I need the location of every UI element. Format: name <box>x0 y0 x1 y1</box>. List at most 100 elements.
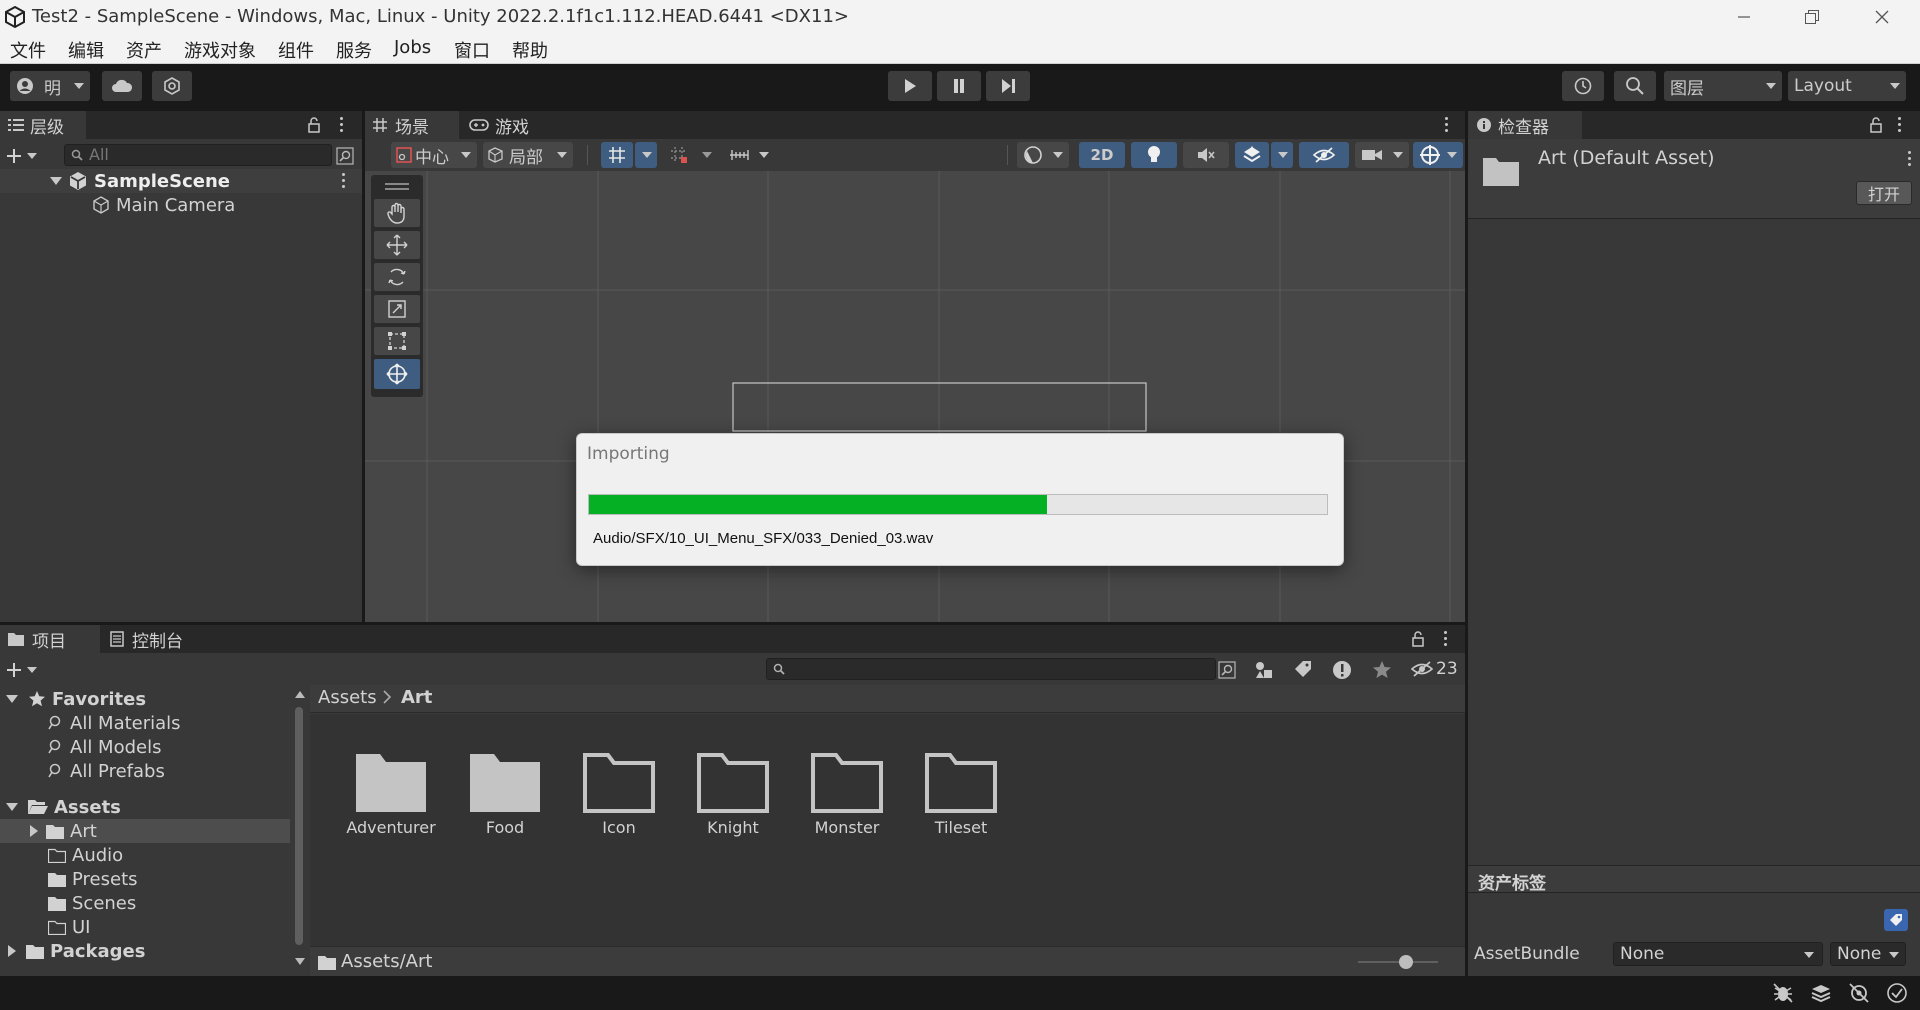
audio-toggle-button[interactable] <box>1183 142 1229 168</box>
tree-scrollbar[interactable] <box>292 685 306 976</box>
account-dropdown[interactable]: 明 <box>10 71 90 101</box>
search-button[interactable] <box>1614 71 1656 101</box>
close-button[interactable] <box>1852 0 1912 34</box>
log-types-icon[interactable] <box>1332 660 1352 680</box>
grid-snap-button[interactable] <box>601 142 633 168</box>
restore-button[interactable] <box>1782 0 1842 34</box>
camera-dropdown[interactable] <box>1355 142 1409 168</box>
debug-bug-icon[interactable] <box>1772 982 1794 1004</box>
rect-tool-button[interactable] <box>374 327 420 355</box>
tab-inspector[interactable]: 检查器 <box>1468 111 1582 139</box>
ruler-dropdown[interactable] <box>723 142 775 168</box>
shading-dropdown[interactable] <box>1017 142 1069 168</box>
breadcrumb-art[interactable]: Art <box>401 687 432 708</box>
rotate-tool-button[interactable] <box>374 263 420 291</box>
asset-folder[interactable]: Monster <box>792 750 902 860</box>
tree-item[interactable]: UI <box>0 915 290 939</box>
hierarchy-item[interactable]: Main Camera <box>0 193 362 217</box>
tree-item[interactable]: Audio <box>0 843 290 867</box>
asset-folder[interactable]: Tileset <box>906 750 1016 860</box>
gizmos-dropdown[interactable] <box>1413 142 1463 168</box>
menu-services[interactable]: 服务 <box>336 37 372 63</box>
transform-tool-button[interactable] <box>374 359 420 389</box>
play-button[interactable] <box>888 71 932 101</box>
scene-search-icon[interactable] <box>336 147 354 165</box>
project-menu-icon[interactable] <box>1442 631 1448 647</box>
space-dropdown[interactable]: 局部 <box>483 142 573 168</box>
move-tool-button[interactable] <box>374 231 420 259</box>
lock-icon[interactable] <box>1870 117 1882 133</box>
2d-toggle-button[interactable]: 2D <box>1079 142 1125 168</box>
tab-console[interactable]: 控制台 <box>102 625 212 653</box>
collab-button[interactable] <box>152 71 192 101</box>
cloud-button[interactable] <box>102 71 142 101</box>
grid-snap-dropdown[interactable] <box>635 142 657 168</box>
filter-by-type-icon[interactable] <box>1254 660 1274 680</box>
lock-icon[interactable] <box>308 117 320 133</box>
lighting-toggle-button[interactable] <box>1131 142 1177 168</box>
tab-project[interactable]: 项目 <box>0 625 100 653</box>
layout-dropdown[interactable]: Layout <box>1788 71 1906 101</box>
hierarchy-search-input[interactable]: All <box>64 144 332 166</box>
cache-server-icon[interactable] <box>1810 982 1832 1004</box>
tree-packages[interactable]: Packages <box>0 939 290 963</box>
tree-favorites[interactable]: Favorites <box>0 687 290 711</box>
filter-by-label-icon[interactable] <box>1294 660 1312 678</box>
tab-game[interactable]: 游戏 <box>461 111 557 139</box>
asset-folder[interactable]: Adventurer <box>336 750 446 860</box>
inspector-menu-icon[interactable] <box>1896 117 1902 133</box>
expand-arrow-icon[interactable] <box>50 177 62 185</box>
asset-menu-icon[interactable] <box>1906 151 1912 167</box>
menu-jobs[interactable]: Jobs <box>394 37 431 58</box>
asset-folder[interactable]: Knight <box>678 750 788 860</box>
assetbundle-dropdown[interactable]: None <box>1613 942 1823 966</box>
scene-menu-icon[interactable] <box>1443 117 1449 133</box>
tree-item[interactable]: Presets <box>0 867 290 891</box>
menu-window[interactable]: 窗口 <box>454 37 490 63</box>
menu-gameobject[interactable]: 游戏对象 <box>184 37 256 63</box>
increment-snap-dropdown[interactable] <box>695 142 717 168</box>
create-dropdown[interactable] <box>6 145 46 167</box>
tree-item-selected[interactable]: Art <box>0 819 290 843</box>
network-off-icon[interactable] <box>1848 982 1870 1004</box>
asset-folder[interactable]: Food <box>450 750 560 860</box>
check-circle-icon[interactable] <box>1886 982 1908 1004</box>
hidden-objects-toggle[interactable] <box>1299 142 1349 168</box>
menu-edit[interactable]: 编辑 <box>68 37 104 63</box>
menu-file[interactable]: 文件 <box>10 37 46 63</box>
effects-toggle-button[interactable] <box>1235 142 1269 168</box>
zoom-slider-thumb[interactable] <box>1399 955 1413 969</box>
zoom-slider-track[interactable] <box>1358 961 1438 963</box>
favorite-star-icon[interactable] <box>1372 660 1392 680</box>
lock-icon[interactable] <box>1412 631 1424 647</box>
increment-snap-button[interactable] <box>663 142 695 168</box>
scale-tool-button[interactable] <box>374 295 420 323</box>
menu-component[interactable]: 组件 <box>278 37 314 63</box>
asset-folder[interactable]: Icon <box>564 750 674 860</box>
assetbundle-variant-dropdown[interactable]: None <box>1830 942 1906 966</box>
hierarchy-menu-icon[interactable] <box>338 117 344 133</box>
tab-scene[interactable]: 场景 <box>365 111 459 139</box>
tree-assets[interactable]: Assets <box>0 795 290 819</box>
menu-assets[interactable]: 资产 <box>126 37 162 63</box>
layers-dropdown[interactable]: 图层 <box>1664 71 1782 101</box>
effects-dropdown[interactable] <box>1271 142 1293 168</box>
hand-tool-button[interactable] <box>374 199 420 227</box>
tab-hierarchy[interactable]: 层级 <box>0 111 86 139</box>
hidden-packages-toggle[interactable]: 23 <box>1410 659 1458 679</box>
tree-item[interactable]: All Models <box>0 735 290 759</box>
pause-button[interactable] <box>937 71 981 101</box>
create-asset-dropdown[interactable] <box>6 659 46 681</box>
minimize-button[interactable] <box>1714 0 1774 34</box>
open-button[interactable]: 打开 <box>1856 181 1912 205</box>
search-in-scene-icon[interactable] <box>1218 661 1236 679</box>
tree-scroll-thumb[interactable] <box>295 707 303 945</box>
tree-item[interactable]: All Prefabs <box>0 759 290 783</box>
tree-item[interactable]: Scenes <box>0 891 290 915</box>
pivot-dropdown[interactable]: 中心 <box>391 142 477 168</box>
step-button[interactable] <box>986 71 1030 101</box>
tag-icon[interactable] <box>1884 909 1908 931</box>
project-search-input[interactable] <box>766 658 1216 680</box>
undo-history-button[interactable] <box>1562 71 1604 101</box>
breadcrumb-assets[interactable]: Assets <box>318 687 377 708</box>
